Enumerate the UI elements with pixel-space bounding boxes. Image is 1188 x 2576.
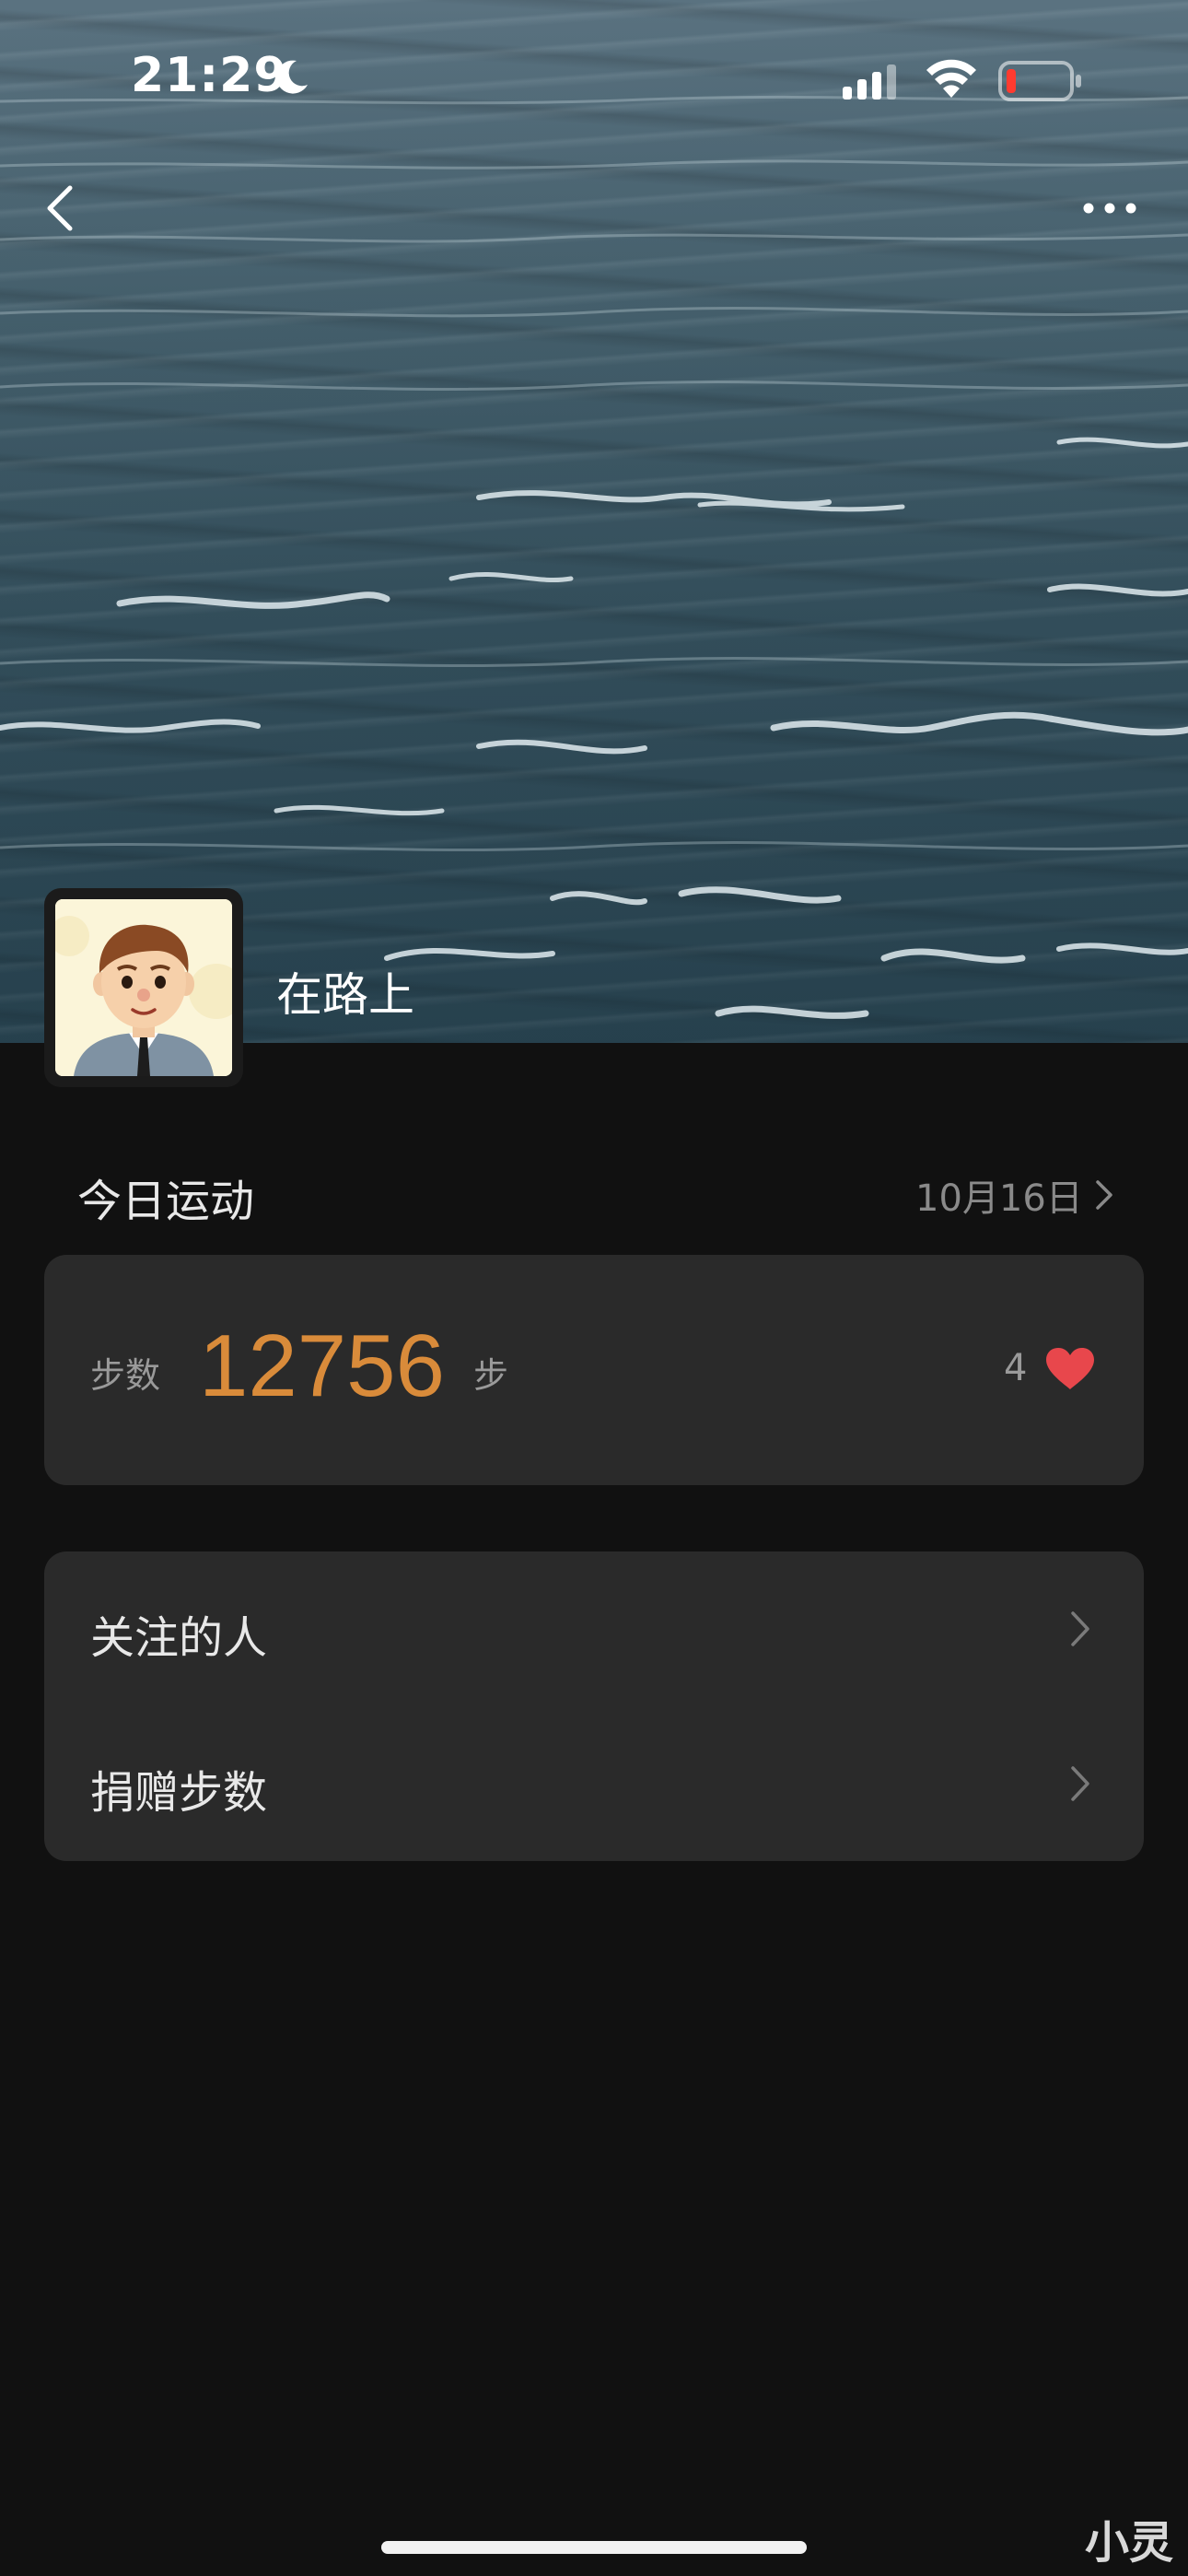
chevron-right-icon	[1071, 1611, 1089, 1646]
menu-item-following[interactable]: 关注的人	[44, 1551, 1144, 1706]
wifi-icon	[926, 59, 976, 98]
heart-icon[interactable]	[1044, 1347, 1096, 1391]
date-label: 10月16日	[915, 1177, 1083, 1220]
date-selector[interactable]: 10月16日	[915, 1168, 1114, 1222]
sea-waves-image	[0, 0, 1188, 1043]
steps-value: 12756	[199, 1317, 445, 1415]
today-activity-title: 今日运动	[77, 1176, 255, 1227]
avatar-cartoon-man-image	[55, 899, 232, 1076]
cover-image	[0, 0, 1188, 1043]
watermark: 小灵	[1085, 2517, 1174, 2569]
likes-count: 4	[1004, 1347, 1028, 1389]
chevron-right-icon	[1071, 1766, 1089, 1801]
back-chevron-icon[interactable]	[37, 181, 92, 236]
more-options-icon[interactable]	[1077, 190, 1142, 227]
chevron-right-icon	[1096, 1180, 1112, 1210]
menu-item-label: 捐赠步数	[90, 1767, 268, 1819]
battery-low-icon	[998, 61, 1081, 101]
cellular-signal-icon	[843, 64, 896, 100]
menu-item-label: 关注的人	[90, 1612, 268, 1664]
steps-unit: 步	[473, 1355, 509, 1396]
avatar[interactable]	[44, 888, 243, 1087]
steps-label: 步数	[90, 1355, 161, 1396]
do-not-disturb-moon-icon	[276, 60, 308, 94]
menu-list: 关注的人 捐赠步数	[44, 1551, 1144, 1861]
menu-item-donate-steps[interactable]: 捐赠步数	[44, 1706, 1144, 1861]
home-indicator[interactable]	[381, 2541, 807, 2554]
status-time: 21:29	[131, 48, 288, 103]
steps-card[interactable]: 步数 12756 步 4	[44, 1255, 1144, 1485]
profile-name: 在路上	[276, 968, 414, 1022]
